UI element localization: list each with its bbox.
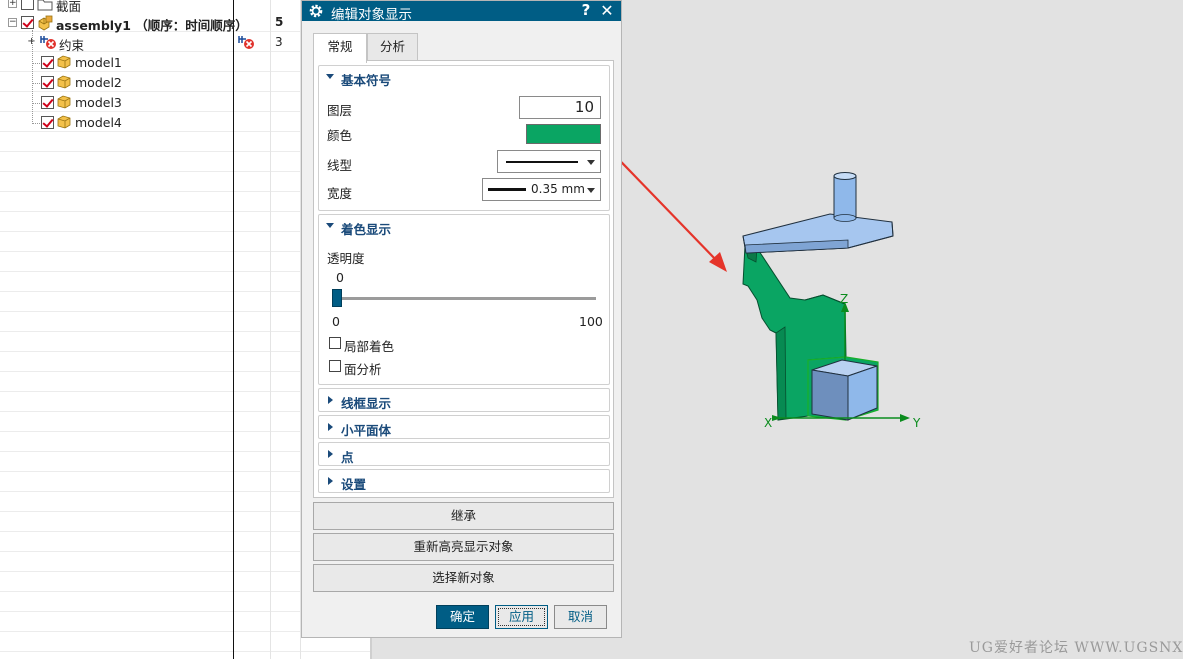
group-header-wireframe: 线框显示 <box>319 389 609 413</box>
caret-right-icon <box>328 423 333 431</box>
edit-object-display-dialog: 编辑对象显示 ? ✕ 常规 分析 基本符号 图层 10 颜色 线型 宽度 0.3… <box>301 0 622 638</box>
tab-general[interactable]: 常规 <box>313 33 367 63</box>
line-width-sample <box>488 188 526 191</box>
transparency-slider-track[interactable] <box>336 297 596 300</box>
dialog-titlebar[interactable]: 编辑对象显示 ? ✕ <box>302 1 621 23</box>
collapse-icon[interactable]: − <box>8 18 17 27</box>
x-axis-label: X <box>764 416 772 430</box>
color-label: 颜色 <box>327 128 353 143</box>
transparency-value: 0 <box>336 270 344 285</box>
annotation-arrow <box>622 161 719 263</box>
group-title: 点 <box>341 450 354 465</box>
chevron-down-icon <box>587 188 595 193</box>
slider-min-label: 0 <box>332 314 340 329</box>
gear-icon <box>309 4 323 18</box>
visibility-checkbox[interactable] <box>41 76 54 89</box>
transparency-label: 透明度 <box>327 251 365 266</box>
tree-node-label: model1 <box>75 55 122 70</box>
part-icon <box>57 95 71 109</box>
transparency-slider-thumb[interactable] <box>332 289 342 307</box>
tree-node-label: model2 <box>75 75 122 90</box>
part-icon <box>57 75 71 89</box>
group-point[interactable]: 点 <box>318 442 610 466</box>
apply-button[interactable]: 应用 <box>495 605 548 629</box>
slider-max-label: 100 <box>579 314 603 329</box>
layer-label: 图层 <box>327 103 353 118</box>
rehighlight-button[interactable]: 重新高亮显示对象 <box>313 533 614 561</box>
visibility-checkbox[interactable] <box>41 116 54 129</box>
constraint-error-icon <box>40 36 56 49</box>
watermark: UG爱好者论坛 WWW.UGSNX.COM <box>969 640 1183 656</box>
visibility-checkbox[interactable] <box>41 56 54 69</box>
face-analysis-checkbox[interactable] <box>329 360 341 372</box>
width-dropdown[interactable]: 0.35 mm <box>482 178 601 201</box>
constraint-error-icon <box>238 36 254 49</box>
y-axis-label: Y <box>912 416 921 430</box>
group-header-basic-symbol[interactable]: 基本符号 <box>319 66 609 90</box>
group-title: 设置 <box>341 477 367 492</box>
close-button[interactable]: ✕ <box>599 1 615 21</box>
model-cube[interactable] <box>811 359 878 421</box>
select-new-object-button[interactable]: 选择新对象 <box>313 564 614 592</box>
caret-right-icon <box>328 477 333 485</box>
group-header-settings: 设置 <box>319 470 609 494</box>
partial-shading-checkbox[interactable] <box>329 337 341 349</box>
model-cylinder[interactable] <box>833 172 857 222</box>
group-header-facet-body: 小平面体 <box>319 416 609 440</box>
group-title: 着色显示 <box>341 222 392 237</box>
constraint-count: 3 <box>275 35 283 49</box>
linetype-dropdown[interactable] <box>497 150 601 173</box>
group-wireframe[interactable]: 线框显示 <box>318 388 610 412</box>
cancel-button[interactable]: 取消 <box>554 605 607 629</box>
part-icon <box>57 55 71 69</box>
group-title: 小平面体 <box>341 423 392 438</box>
chevron-down-icon <box>587 160 595 165</box>
group-title: 线框显示 <box>341 396 392 411</box>
tree-node-label: model3 <box>75 95 122 110</box>
group-settings[interactable]: 设置 <box>318 469 610 493</box>
part-icon <box>57 115 71 129</box>
caret-down-icon <box>326 223 334 228</box>
caret-right-icon <box>328 396 333 404</box>
caret-right-icon <box>328 450 333 458</box>
visibility-checkbox[interactable] <box>21 16 34 29</box>
group-header-shading[interactable]: 着色显示 <box>319 215 609 239</box>
width-value: 0.35 mm <box>531 182 585 196</box>
group-title: 基本符号 <box>341 73 392 88</box>
help-button[interactable]: ? <box>578 1 594 21</box>
assembly-icon <box>38 15 53 31</box>
group-basic-symbol: 基本符号 图层 10 颜色 线型 宽度 0.35 mm <box>318 65 610 211</box>
linetype-label: 线型 <box>327 158 353 173</box>
folder-icon <box>37 0 53 11</box>
group-facet-body[interactable]: 小平面体 <box>318 415 610 439</box>
visibility-checkbox[interactable] <box>21 0 34 10</box>
dialog-title: 编辑对象显示 <box>331 7 412 23</box>
expand-icon[interactable]: + <box>8 0 17 8</box>
group-header-point: 点 <box>319 443 609 467</box>
face-analysis-label: 面分析 <box>344 362 382 377</box>
caret-down-icon <box>326 74 334 79</box>
tab-panel-general: 基本符号 图层 10 颜色 线型 宽度 0.35 mm 着色显示 透明度 0 0… <box>313 60 614 498</box>
solid-line-sample <box>506 161 578 163</box>
partial-shading-label: 局部着色 <box>344 339 395 354</box>
visibility-checkbox[interactable] <box>41 96 54 109</box>
width-label: 宽度 <box>327 186 353 201</box>
color-swatch[interactable] <box>526 124 601 144</box>
layer-input[interactable]: 10 <box>519 96 601 119</box>
expand-icon[interactable]: + <box>27 37 36 47</box>
z-axis-label: Z <box>840 292 848 306</box>
component-count: 5 <box>275 15 284 29</box>
inherit-button[interactable]: 继承 <box>313 502 614 530</box>
model-top-plate[interactable] <box>742 213 894 254</box>
tree-node-label: model4 <box>75 115 122 130</box>
ok-button[interactable]: 确定 <box>436 605 489 629</box>
tab-analysis[interactable]: 分析 <box>367 33 418 61</box>
graphics-viewport[interactable]: Z X Y <box>622 0 1183 659</box>
